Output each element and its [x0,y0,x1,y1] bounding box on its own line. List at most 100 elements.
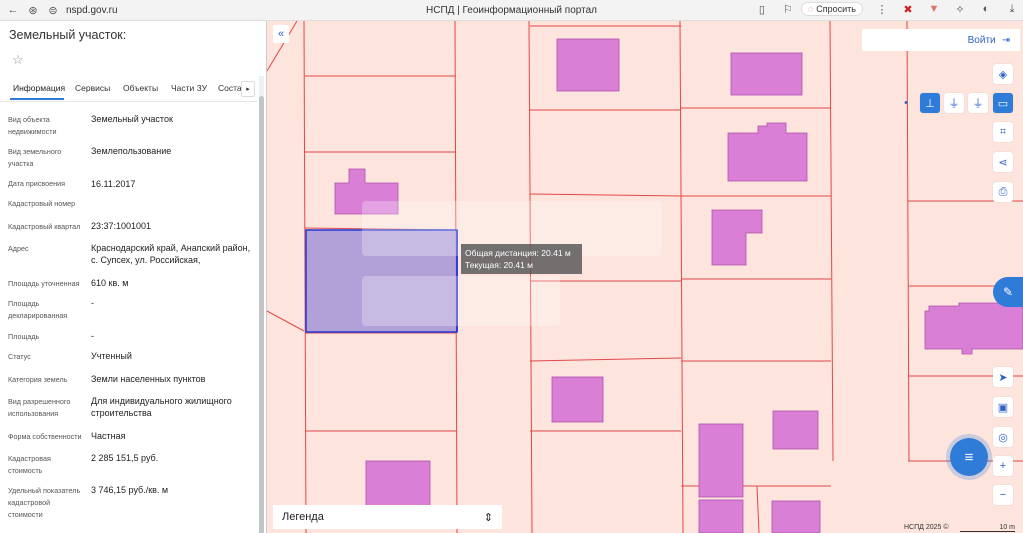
extensions-icon[interactable]: ✧ [953,2,967,16]
tab-services[interactable]: Сервисы [75,83,110,93]
navigation-arrow-icon: ➤ [998,371,1008,384]
profile-icon[interactable]: ◐ [979,2,993,16]
browser-toolbar: ← ⊛ ⊜ nspd.gov.ru НСПД | Геоинформационн… [0,0,1023,21]
extension-fox-icon[interactable]: ▼ [927,2,941,16]
lock-icon[interactable]: ⊜ [46,3,60,17]
extension-red-icon[interactable]: ✖ [901,2,915,16]
list-icon: ≡ [964,448,974,466]
bookmark-icon[interactable]: ⚐ [781,2,795,16]
boundary-line [829,21,834,462]
login-button[interactable]: Войти ⇥ [862,29,1020,51]
field-value: 2 285 151,5 руб. [91,453,159,463]
field-label: Форма собственности [8,432,82,441]
geolocation-button[interactable]: ◎ [993,427,1013,447]
field-label: Удельный показатель кадастровой стоимост… [8,486,81,519]
field-value: Учтенный [91,351,132,361]
locate-button[interactable]: ➤ [993,367,1013,387]
menu-dots-icon[interactable]: ⋮ [875,2,889,16]
star-icon[interactable]: ☆ [12,52,24,68]
field-value: Краснодарский край, Анапский район, с. С… [91,243,251,265]
field-value: 610 кв. м [91,278,129,288]
ruler-button[interactable]: ▭ [993,93,1013,113]
ask-button[interactable]: ◌ Спросить [800,2,863,16]
tabs-next-arrow-icon[interactable]: ▸ [241,81,255,97]
active-tab-indicator [10,98,64,100]
radius-icon: ⏚ [972,98,984,110]
measure-area-button[interactable]: ⏚ [944,93,964,113]
zoom-out-button[interactable]: − [993,485,1013,505]
building [727,122,808,182]
ruler-icon: ▭ [997,97,1009,110]
field-label: Дата присвоения [8,179,66,188]
tab-information[interactable]: Информация [13,83,65,93]
select-area-button[interactable]: ⌗ [993,122,1013,142]
collapse-panel-button[interactable]: « [273,25,289,43]
field-value: Земельный участок [91,114,173,124]
building [698,499,744,533]
boundary-line [267,310,305,332]
print-button[interactable]: ⎙ [993,182,1013,202]
scroll-thumb[interactable] [259,96,264,533]
legend-dropdown[interactable]: Легенда ⇕ [273,505,502,529]
building [924,302,1023,355]
ruler-line-icon: ⊥ [925,97,935,110]
share-icon: ⋖ [998,156,1008,169]
minus-icon: − [999,489,1007,501]
point-tool-button[interactable]: • [896,93,916,113]
measure-line-button[interactable]: ⊥ [920,93,940,113]
chat-button[interactable]: ✎ [993,277,1023,307]
minimap-icon: ▣ [997,401,1009,414]
building [698,423,744,498]
shield-icon[interactable]: ⊛ [26,3,40,17]
ask-icon: ◌ [807,4,814,14]
layers-icon: ◈ [998,68,1008,81]
dot-icon: • [904,97,908,109]
back-icon[interactable]: ← [6,3,20,17]
panel-title: Земельный участок: [9,28,127,42]
chevron-updown-icon: ⇕ [483,511,493,524]
plus-icon: + [999,460,1007,472]
panel-tabs: Информация Сервисы Объекты Части ЗУ Сост… [0,79,258,102]
measure-radius-button[interactable]: ⏚ [968,93,988,113]
field-value: Для индивидуального жилищного строительс… [91,396,232,418]
field-label: Площадь [8,332,40,341]
building [771,500,821,533]
field-value: - [91,298,94,308]
tab-objects[interactable]: Объекты [123,83,158,93]
zoom-in-button[interactable]: + [993,456,1013,476]
building [556,38,620,92]
tab-composition[interactable]: Соста [218,83,242,93]
panel-scrollbar[interactable] [259,76,264,533]
info-panel: Земельный участок: ☆ Информация Сервисы … [0,21,267,533]
boundary-line [529,357,682,362]
login-icon: ⇥ [1001,34,1010,46]
chat-icon: ✎ [1002,285,1014,299]
field-label: Вид разрешенного использования [8,397,71,418]
menu-fab-button[interactable]: ≡ [950,438,988,476]
field-label: Вид земельного участка [8,147,62,168]
layers-button[interactable]: ◈ [993,64,1013,84]
field-label: Площадь декларированная [8,299,68,320]
geolocation-icon: ◎ [998,431,1008,444]
building [365,460,431,512]
reader-icon[interactable]: ▯ [755,2,769,16]
copyright: НСПД 2025 © [904,524,949,531]
download-icon[interactable]: ⤓ [1005,2,1019,16]
boundary-line [529,193,682,197]
legend-label: Легенда [282,511,324,523]
field-value: Землепользование [91,146,172,156]
scale-bar: 10 m [960,524,1015,532]
field-label: Адрес [8,244,29,253]
field-value: - [91,331,94,341]
field-label: Кадастровая стоимость [8,454,51,475]
field-value: Частная [91,431,126,441]
address-bar[interactable]: nspd.gov.ru [66,5,118,16]
field-label: Площадь уточненная [8,279,80,288]
field-label: Статус [8,352,31,361]
minimap-button[interactable]: ▣ [993,397,1013,417]
tab-parts[interactable]: Части ЗУ [171,83,207,93]
share-button[interactable]: ⋖ [993,152,1013,172]
field-label: Кадастровый квартал [8,222,81,231]
double-chevron-left-icon: « [277,28,285,40]
ask-label: Спросить [816,4,856,14]
